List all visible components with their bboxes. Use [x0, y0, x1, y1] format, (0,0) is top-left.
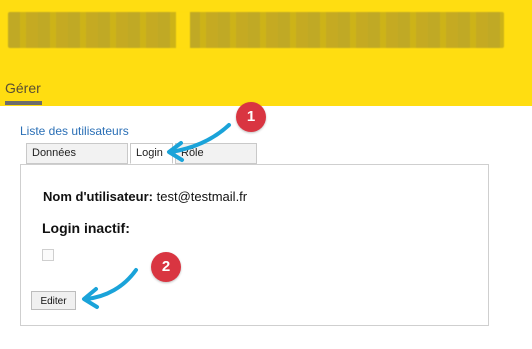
annotation-badge-2: 2 — [151, 252, 181, 282]
user-list-link[interactable]: Liste des utilisateurs — [20, 124, 129, 138]
login-inactive-checkbox[interactable] — [42, 249, 54, 261]
obscured-page-title — [8, 12, 504, 48]
edit-button[interactable]: Editer — [31, 291, 76, 310]
tab-login[interactable]: Login — [130, 143, 173, 164]
top-header-bar: Gérer — [0, 0, 532, 106]
login-inactive-label: Login inactif: — [42, 220, 130, 236]
tab-user-role[interactable]: Rôle utilisateur — [175, 143, 257, 178]
username-value: test@testmail.fr — [156, 189, 248, 204]
tab-user-data[interactable]: Données utilisateur — [26, 143, 128, 178]
annotation-badge-1: 1 — [236, 102, 266, 132]
username-label: Nom d'utilisateur: — [43, 189, 153, 204]
nav-tab-active-indicator — [5, 101, 42, 105]
nav-tab-gerer[interactable]: Gérer — [5, 80, 41, 96]
username-row: Nom d'utilisateur: test@testmail.fr — [43, 189, 247, 204]
